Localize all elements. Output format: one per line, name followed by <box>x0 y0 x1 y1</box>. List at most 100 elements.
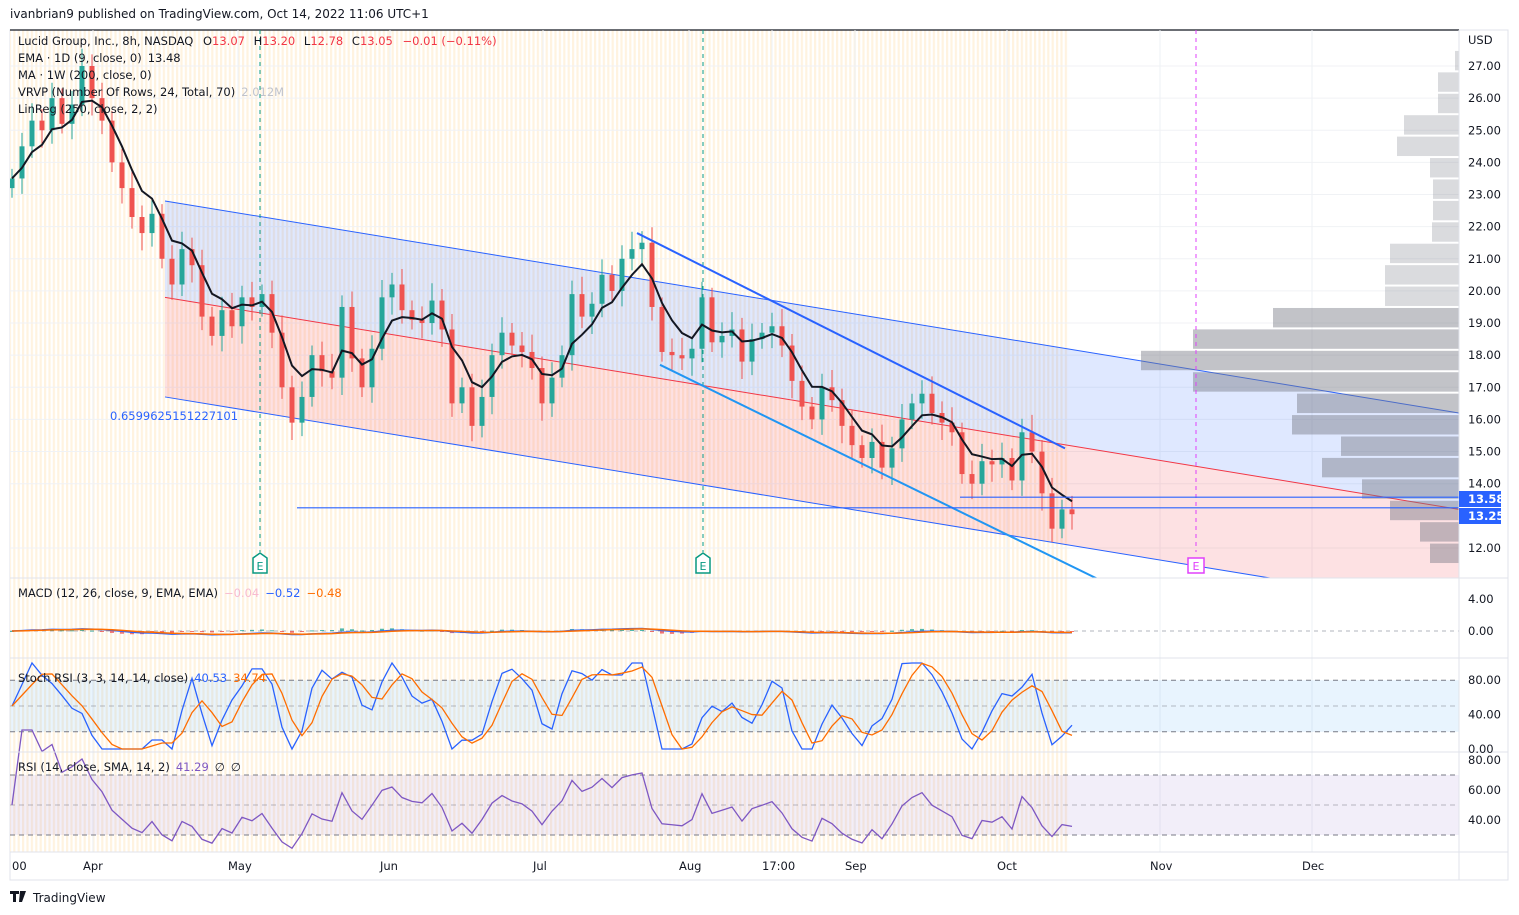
candle-body <box>849 425 855 446</box>
indicator-tick: 40.00 <box>1468 813 1501 827</box>
price-tick: 16.00 <box>1468 412 1501 426</box>
macd-hist-bar <box>910 629 914 631</box>
legend-high-label: H <box>254 34 263 48</box>
tradingview-logo[interactable]: TradingView <box>10 891 106 905</box>
macd-signal-value: −0.48 <box>306 586 341 600</box>
candle-body <box>599 274 605 304</box>
legend-linreg[interactable]: LinReg (250, close, 2, 2) <box>18 102 158 116</box>
legend-open: 13.07 <box>212 34 245 48</box>
macd-hist-bar <box>630 629 634 631</box>
volume-profile-row <box>1455 50 1459 71</box>
price-tick: 18.00 <box>1468 348 1501 362</box>
legend-vrvp[interactable]: VRVP (Number Of Rows, 24, Total, 70) 2.01… <box>18 85 284 99</box>
macd-hist-bar <box>190 631 194 632</box>
price-tick: 15.00 <box>1468 445 1501 459</box>
candle-body <box>679 355 685 359</box>
candle-body <box>479 396 485 426</box>
legend-ema[interactable]: EMA · 1D (9, close, 0) 13.48 <box>18 51 181 65</box>
legend-low: 12.78 <box>310 34 343 48</box>
candle-body <box>459 387 465 404</box>
candle-body <box>1069 509 1075 515</box>
candle-body <box>809 406 815 420</box>
candle-body <box>989 461 995 465</box>
earnings-marker-may[interactable]: E <box>252 552 268 574</box>
candle <box>449 314 455 417</box>
volume-profile-row <box>1390 500 1459 521</box>
legend-symbol: Lucid Group, Inc., 8h, NASDAQ <box>18 34 193 48</box>
time-tick: Apr <box>83 859 103 873</box>
earnings-marker-aug[interactable]: E <box>695 552 711 574</box>
chart-canvas[interactable]: ivanbrian9 published on TradingView.com,… <box>0 0 1519 915</box>
candle-body <box>929 393 935 414</box>
macd-hist-bar <box>70 630 74 632</box>
candle-body <box>549 377 555 404</box>
candle-body <box>209 316 215 336</box>
time-tick: Aug <box>679 859 701 873</box>
candle-body <box>709 297 715 343</box>
earnings-marker-label: E <box>257 560 264 573</box>
candle-body <box>389 284 395 298</box>
candle-body <box>769 326 775 333</box>
legend-ema-value: 13.48 <box>148 51 181 65</box>
stoch-label: Stoch RSI (3, 3, 14, 14, close) <box>18 671 188 685</box>
candle-body <box>29 120 35 147</box>
candle-body <box>299 396 305 423</box>
candle-body <box>429 300 435 324</box>
volume-profile-row <box>1292 415 1459 435</box>
macd-hist-bar <box>230 631 234 632</box>
time-tick: May <box>228 859 252 873</box>
candle-body <box>869 441 875 458</box>
rsi-legend[interactable]: RSI (14, close, SMA, 14, 2) 41.29 ∅ ∅ <box>18 760 241 774</box>
candle-body <box>19 146 25 179</box>
candle-body <box>469 387 475 426</box>
macd-hist-bar <box>310 630 314 632</box>
volume-profile-row <box>1362 479 1459 499</box>
price-tick: 25.00 <box>1468 123 1501 137</box>
macd-hist-bar <box>300 631 304 633</box>
price-tick: 24.00 <box>1468 155 1501 169</box>
volume-profile-row <box>1322 457 1459 478</box>
macd-hist-bar <box>260 629 264 631</box>
earnings-marker-nov[interactable]: E <box>1187 557 1205 574</box>
earnings-marker-label: E <box>700 560 707 573</box>
volume-profile-row <box>1193 372 1459 392</box>
candle-body <box>919 393 925 404</box>
price-label-text: 13.58 <box>1468 492 1504 506</box>
price-tick: 19.00 <box>1468 316 1501 330</box>
volume-profile-row <box>1430 158 1459 178</box>
macd-legend[interactable]: MACD (12, 26, close, 9, EMA, EMA) −0.04 −0… <box>18 586 342 600</box>
volume-profile-row <box>1341 436 1459 456</box>
candle-body <box>779 326 785 346</box>
legend-close-label: C <box>352 34 360 48</box>
candle-body <box>239 297 245 327</box>
time-tick: Nov <box>1150 859 1173 873</box>
candle-body <box>899 419 905 449</box>
legend-close: 13.05 <box>360 34 393 48</box>
volume-profile-row <box>1141 350 1459 371</box>
macd-hist-bar <box>100 631 104 632</box>
candle-body <box>969 474 975 484</box>
price-tick: 26.00 <box>1468 91 1501 105</box>
candle-body <box>909 403 915 420</box>
candle-body <box>399 284 405 311</box>
volume-profile-row <box>1430 543 1459 564</box>
macd-hist-bar <box>640 629 644 631</box>
rsi-value: 41.29 <box>176 760 209 774</box>
price-tick: 23.00 <box>1468 188 1501 202</box>
macd-hist-bar <box>340 628 344 631</box>
macd-hist-bar <box>220 631 224 632</box>
macd-hist-value: −0.04 <box>224 586 259 600</box>
macd-hist-bar <box>320 630 324 632</box>
macd-hist-bar <box>360 630 364 632</box>
legend-vrvp-label: VRVP (Number Of Rows, 24, Total, 70) <box>18 85 235 99</box>
price-label-text: 13.25 <box>1468 509 1504 523</box>
currency-label[interactable]: USD <box>1468 33 1493 47</box>
indicator-tick: 0.00 <box>1468 624 1494 638</box>
candle-body <box>10 178 15 189</box>
macd-hist-bar <box>270 630 274 632</box>
macd-hist-bar <box>90 630 94 632</box>
candle-body <box>669 351 675 356</box>
price-tick: 22.00 <box>1468 220 1501 234</box>
publish-info: ivanbrian9 published on TradingView.com,… <box>10 7 429 21</box>
legend-ma[interactable]: MA · 1W (200, close, 0) <box>18 68 152 82</box>
